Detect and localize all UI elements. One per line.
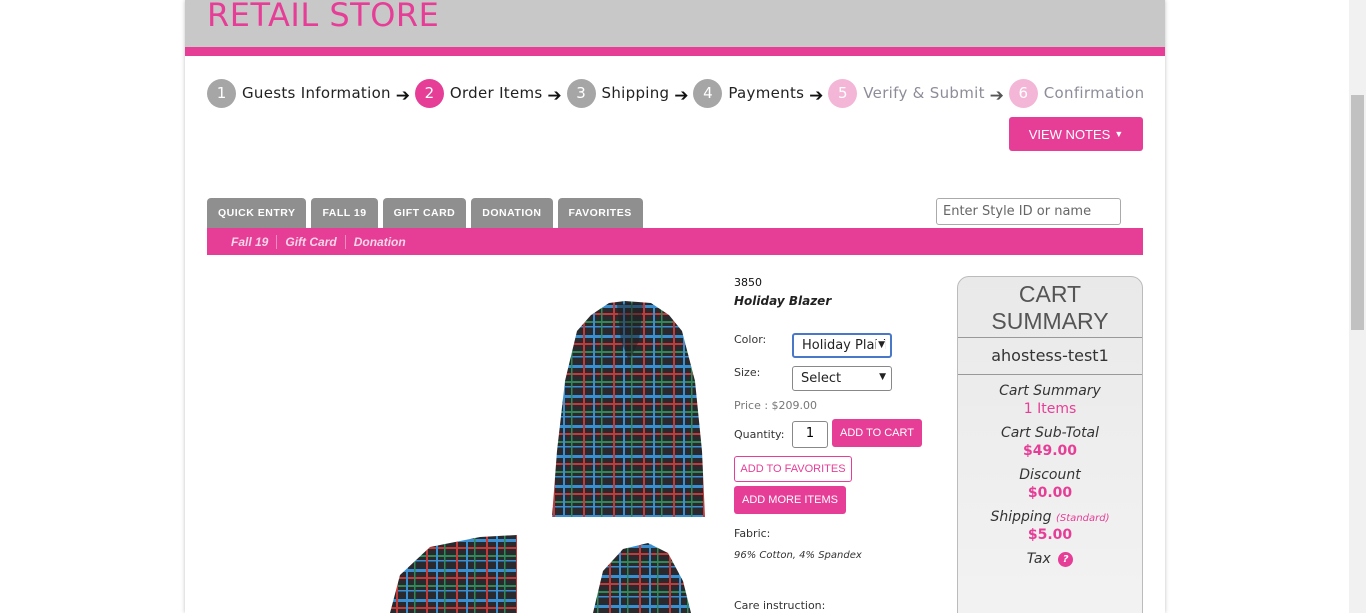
- category-tabs: QUICK ENTRY FALL 19 GIFT CARD DONATION F…: [207, 198, 648, 228]
- style-search-input[interactable]: [936, 198, 1121, 225]
- cart-shipping-label-wrap: Shipping (Standard): [958, 509, 1142, 525]
- cart-summary-label: Cart Summary: [999, 383, 1101, 399]
- step-label: Confirmation: [1043, 84, 1145, 102]
- cart-summary-panel: CART SUMMARY ahostess-test1 Cart Summary…: [957, 276, 1143, 613]
- subnav-item-fall-19[interactable]: Fall 19: [223, 234, 278, 249]
- chevron-down-icon: ▼: [1114, 129, 1124, 139]
- cart-discount-row: Discount $0.00: [958, 467, 1142, 501]
- step-payments[interactable]: 4 Payments: [693, 78, 805, 108]
- add-to-cart-button[interactable]: ADD TO CART: [832, 419, 922, 447]
- cart-subtotal-row: Cart Sub-Total $49.00: [958, 425, 1142, 459]
- help-icon[interactable]: ?: [1058, 551, 1074, 567]
- step-label: Payments: [728, 84, 805, 102]
- cart-summary-title: CART SUMMARY: [958, 277, 1142, 338]
- step-verify-submit: 5 Verify & Submit: [828, 78, 985, 108]
- size-select[interactable]: Select ▼: [792, 366, 892, 391]
- product-sku: 3850: [734, 276, 762, 289]
- color-select[interactable]: Holiday Plaid ▼: [792, 333, 892, 358]
- add-to-favorites-button[interactable]: ADD TO FAVORITES: [734, 456, 852, 482]
- care-instruction-label: Care instruction:: [734, 599, 826, 612]
- arrow-right-icon: ➔: [395, 86, 410, 106]
- page-scrollbar[interactable]: [1349, 0, 1366, 613]
- product-image-detail-1[interactable]: [390, 535, 517, 613]
- view-notes-button[interactable]: VIEW NOTES ▼: [1009, 117, 1143, 151]
- page-container: RETAIL STORE 1 Guests Information ➔ 2 Or…: [185, 0, 1165, 613]
- quantity-label: Quantity:: [734, 428, 785, 441]
- quantity-input[interactable]: 1: [792, 421, 828, 448]
- color-select-value: Holiday Plaid: [802, 338, 887, 353]
- subnav-item-donation[interactable]: Donation: [346, 235, 414, 249]
- step-number: 1: [207, 78, 236, 108]
- header: RETAIL STORE: [185, 0, 1165, 47]
- step-guests-information[interactable]: 1 Guests Information: [207, 78, 391, 108]
- step-shipping[interactable]: 3 Shipping: [566, 78, 670, 108]
- subnav: Fall 19 Gift Card Donation: [207, 228, 1143, 255]
- step-order-items[interactable]: 2 Order Items: [414, 78, 543, 108]
- cart-tax-label-wrap: Tax ?: [958, 551, 1142, 567]
- step-label: Shipping: [601, 84, 670, 102]
- step-label: Order Items: [449, 84, 543, 102]
- cart-items-link[interactable]: 1 Items: [958, 401, 1142, 417]
- step-number: 3: [566, 78, 596, 108]
- color-label: Color:: [734, 333, 767, 346]
- product-image-main[interactable]: [547, 301, 712, 517]
- tab-favorites[interactable]: FAVORITES: [557, 198, 643, 228]
- step-label: Verify & Submit: [863, 84, 985, 102]
- add-more-items-button[interactable]: ADD MORE ITEMS: [734, 486, 846, 514]
- step-number: 5: [828, 78, 858, 108]
- step-confirmation: 6 Confirmation: [1008, 78, 1145, 108]
- step-number: 6: [1008, 78, 1038, 108]
- cart-user: ahostess-test1: [958, 338, 1142, 375]
- cart-shipping-value: $5.00: [1027, 527, 1073, 543]
- arrow-right-icon: ➔: [989, 86, 1004, 106]
- cart-tax-row: Tax ?: [958, 551, 1142, 567]
- step-number: 4: [693, 78, 723, 108]
- arrow-right-icon: ➔: [547, 86, 562, 106]
- cart-discount-value: $0.00: [1027, 485, 1073, 501]
- cart-discount-label: Discount: [1019, 467, 1081, 483]
- tab-fall-19[interactable]: FALL 19: [311, 198, 378, 228]
- step-number: 2: [414, 78, 444, 108]
- scrollbar-thumb[interactable]: [1351, 95, 1364, 330]
- cart-shipping-row: Shipping (Standard) $5.00: [958, 509, 1142, 543]
- header-divider: [185, 47, 1165, 56]
- dropdown-arrow-icon: ▼: [876, 340, 885, 350]
- view-notes-label: VIEW NOTES: [1028, 126, 1111, 142]
- store-title: RETAIL STORE: [207, 0, 440, 34]
- fabric-label: Fabric:: [734, 527, 771, 540]
- product-name: Holiday Blazer: [734, 294, 832, 308]
- size-select-value: Select: [801, 371, 842, 386]
- checkout-steps: 1 Guests Information ➔ 2 Order Items ➔ 3…: [207, 78, 1145, 108]
- step-label: Guests Information: [242, 84, 391, 102]
- subnav-item-gift-card[interactable]: Gift Card: [277, 234, 346, 249]
- dropdown-arrow-icon: ▼: [877, 372, 886, 382]
- tab-gift-card[interactable]: GIFT CARD: [382, 198, 467, 228]
- arrow-right-icon: ➔: [674, 86, 689, 106]
- cart-shipping-label: Shipping: [990, 509, 1052, 525]
- tab-donation[interactable]: DONATION: [471, 198, 553, 228]
- shipping-method-note: (Standard): [1056, 513, 1110, 524]
- cart-summary-row: Cart Summary 1 Items: [958, 383, 1142, 417]
- tab-quick-entry[interactable]: QUICK ENTRY: [207, 198, 307, 228]
- fabric-value: 96% Cotton, 4% Spandex: [734, 550, 862, 561]
- product-price: Price : $209.00: [734, 399, 818, 412]
- size-label: Size:: [734, 366, 761, 379]
- cart-subtotal-label: Cart Sub-Total: [1000, 425, 1100, 441]
- cart-subtotal-value: $49.00: [1022, 443, 1078, 459]
- product-image-detail-2[interactable]: [573, 541, 705, 613]
- arrow-right-icon: ➔: [809, 86, 824, 106]
- cart-tax-label: Tax: [1026, 551, 1051, 567]
